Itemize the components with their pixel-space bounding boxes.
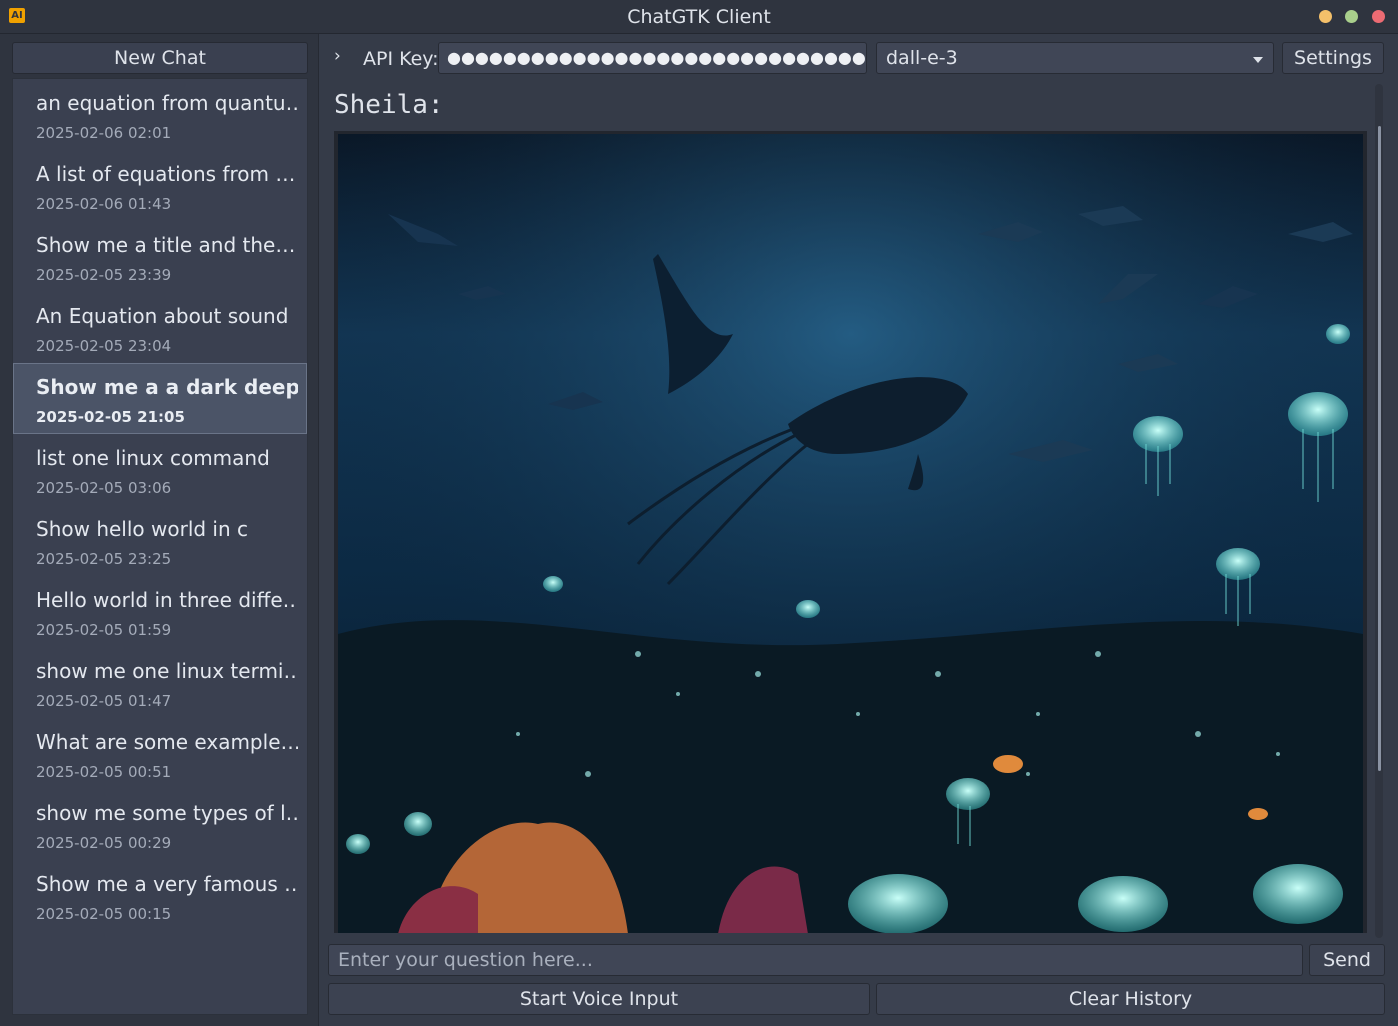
- history-item-title: Show me a a dark deep o…: [36, 375, 298, 399]
- history-item-title: an equation from quantu…: [36, 91, 298, 115]
- history-item[interactable]: an equation from quantu… 2025-02-06 02:0…: [13, 79, 307, 150]
- window-title: ChatGTK Client: [627, 6, 771, 28]
- history-item-date: 2025-02-05 21:05: [36, 408, 185, 426]
- chevron-right-icon[interactable]: ›: [334, 46, 350, 66]
- settings-button[interactable]: Settings: [1282, 42, 1384, 74]
- ocean-scene-image: [338, 134, 1363, 933]
- history-item-date: 2025-02-05 03:06: [36, 479, 172, 497]
- history-item-title: show me some types of l…: [36, 801, 298, 825]
- history-item-date: 2025-02-05 01:47: [36, 692, 172, 710]
- history-item[interactable]: show me one linux termi… 2025-02-05 01:4…: [13, 647, 307, 718]
- title-bar: AI ChatGTK Client: [0, 0, 1398, 34]
- api-key-field[interactable]: ●●●●●●●●●●●●●●●●●●●●●●●●●●●●●●●●●●●●●●●●: [438, 42, 867, 74]
- history-item-date: 2025-02-05 00:15: [36, 905, 172, 923]
- chat-history-list: an equation from quantu… 2025-02-06 02:0…: [12, 78, 308, 1015]
- history-item-date: 2025-02-05 23:39: [36, 266, 172, 284]
- app-window: AI ChatGTK Client New Chat an equation f…: [0, 0, 1398, 1026]
- model-selected-value: dall-e-3: [886, 47, 958, 69]
- history-item[interactable]: list one linux command 2025-02-05 03:06: [13, 434, 307, 505]
- history-item-date: 2025-02-06 02:01: [36, 124, 172, 142]
- send-button[interactable]: Send: [1309, 944, 1385, 976]
- message-speaker: Sheila:: [334, 90, 444, 120]
- question-input[interactable]: [328, 944, 1303, 976]
- sidebar: New Chat an equation from quantu… 2025-0…: [0, 34, 319, 1026]
- history-item-title: An Equation about sound: [36, 304, 289, 328]
- history-item-date: 2025-02-05 01:59: [36, 621, 172, 639]
- main-panel: › API Key: ●●●●●●●●●●●●●●●●●●●●●●●●●●●●●…: [319, 34, 1398, 1026]
- history-item-date: 2025-02-05 00:29: [36, 834, 172, 852]
- history-item-title: A list of equations from …: [36, 162, 296, 186]
- history-item[interactable]: Show me a title and the… 2025-02-05 23:3…: [13, 221, 307, 292]
- minimize-button[interactable]: [1319, 10, 1332, 23]
- history-item-date: 2025-02-06 01:43: [36, 195, 172, 213]
- history-item-title: list one linux command: [36, 446, 270, 470]
- close-button[interactable]: [1372, 10, 1385, 23]
- history-item-title: Show me a title and the…: [36, 233, 296, 257]
- generated-image: [334, 131, 1367, 933]
- history-item-date: 2025-02-05 23:04: [36, 337, 172, 355]
- history-item-date: 2025-02-05 00:51: [36, 763, 172, 781]
- history-item[interactable]: Show me a very famous … 2025-02-05 00:15: [13, 860, 307, 931]
- history-item[interactable]: What are some example… 2025-02-05 00:51: [13, 718, 307, 789]
- history-item-title: Hello world in three diffe…: [36, 588, 298, 612]
- history-item[interactable]: A list of equations from … 2025-02-06 01…: [13, 150, 307, 221]
- history-item-date: 2025-02-05 23:25: [36, 550, 172, 568]
- new-chat-button[interactable]: New Chat: [12, 42, 308, 74]
- history-item-title: What are some example…: [36, 730, 298, 754]
- api-key-label: API Key:: [363, 48, 439, 70]
- history-item-selected[interactable]: Show me a a dark deep o… 2025-02-05 21:0…: [13, 363, 307, 434]
- history-item-title: Show hello world in c: [36, 517, 249, 541]
- history-item[interactable]: Show hello world in c 2025-02-05 23:25: [13, 505, 307, 576]
- chevron-down-icon: [1253, 57, 1263, 63]
- history-item[interactable]: An Equation about sound 2025-02-05 23:04: [13, 292, 307, 363]
- history-item-title: Show me a very famous …: [36, 872, 298, 896]
- history-item[interactable]: show me some types of l… 2025-02-05 00:2…: [13, 789, 307, 860]
- maximize-button[interactable]: [1345, 10, 1358, 23]
- chat-scrollbar-thumb[interactable]: [1378, 126, 1381, 771]
- model-dropdown[interactable]: dall-e-3: [876, 42, 1274, 74]
- history-item-title: show me one linux termi…: [36, 659, 298, 683]
- history-item[interactable]: Hello world in three diffe… 2025-02-05 0…: [13, 576, 307, 647]
- start-voice-input-button[interactable]: Start Voice Input: [328, 983, 870, 1015]
- clear-history-button[interactable]: Clear History: [876, 983, 1385, 1015]
